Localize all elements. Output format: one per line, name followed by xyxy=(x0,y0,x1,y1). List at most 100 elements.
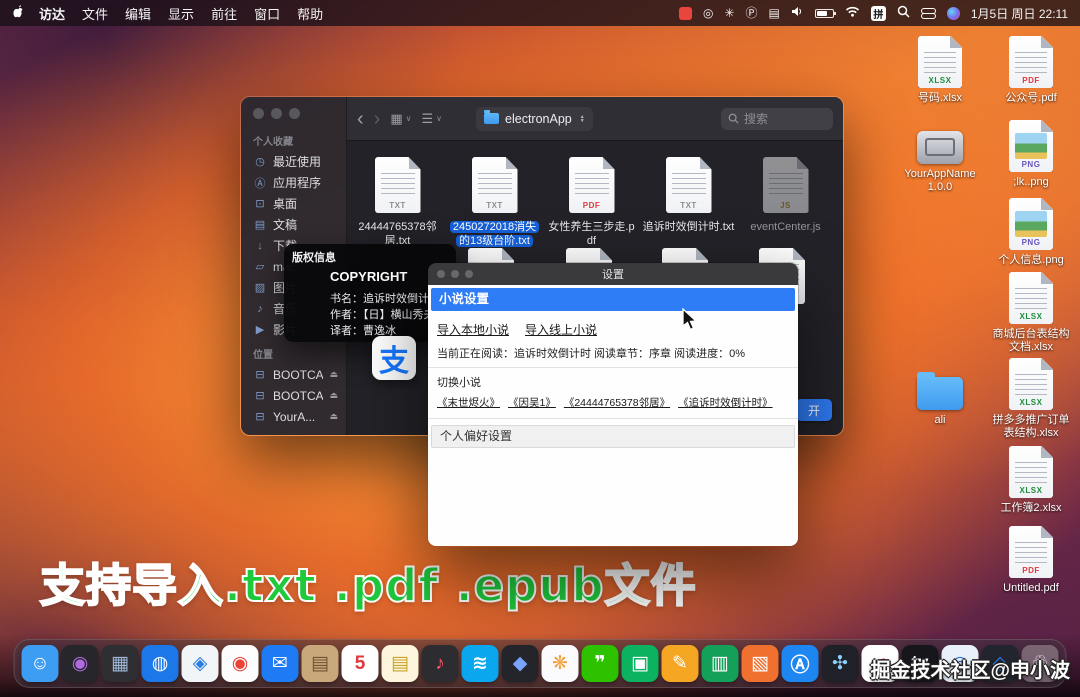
volume-icon[interactable] xyxy=(791,6,804,20)
group-by-button[interactable]: ☰∨ xyxy=(422,111,443,127)
sidebar-location-item[interactable]: ⊟ YourA... ⏏ xyxy=(241,406,346,427)
book-link[interactable]: 《末世烬火》 xyxy=(437,395,500,410)
sidebar-item-icon: ▱ xyxy=(253,260,267,273)
desktop-icon[interactable]: PDF 公众号.pdf xyxy=(992,36,1070,105)
recording-app-icon[interactable] xyxy=(679,7,692,20)
screen-mirroring-icon[interactable]: ◎ xyxy=(703,7,713,19)
notes[interactable]: ▤ xyxy=(382,645,419,682)
back-button[interactable]: ‹ xyxy=(357,109,364,129)
sidebar-item-icon: ⊡ xyxy=(253,197,267,210)
sidebar-item[interactable]: ⊡ 桌面 xyxy=(241,193,346,214)
blue-app[interactable]: ◍ xyxy=(142,645,179,682)
finder-file[interactable]: TXT 追诉时效倒计时.txt xyxy=(640,157,737,248)
desktop-icon-label: ;lk..png xyxy=(1013,176,1048,189)
sidebar-item-icon: Ⓐ xyxy=(253,175,267,191)
pencil-app[interactable]: ✎ xyxy=(662,645,699,682)
parking-icon[interactable]: Ⓟ xyxy=(745,7,757,19)
photos[interactable]: ❋ xyxy=(542,645,579,682)
sidebar-item[interactable]: ▤ 文稿 xyxy=(241,214,346,235)
menu-item[interactable]: 窗口 xyxy=(254,4,280,23)
orange-app[interactable]: ▧ xyxy=(742,645,779,682)
settings-titlebar[interactable]: 设置 xyxy=(428,263,798,285)
search-icon xyxy=(728,113,739,124)
eject-icon[interactable]: ⏏ xyxy=(329,411,338,422)
minimize-button[interactable] xyxy=(271,108,282,119)
book-link[interactable]: 《24444765378邻居》 xyxy=(564,395,670,410)
finder-file[interactable]: PDF 女性养生三步走.pdf xyxy=(543,157,640,248)
desktop-icon[interactable]: XLSX 工作簿2.xlsx xyxy=(992,446,1070,515)
desktop-icon[interactable]: XLSX 商城后台表结构文档.xlsx xyxy=(992,272,1070,354)
pinyin-input-icon[interactable]: 拼 xyxy=(871,6,886,21)
siri-icon[interactable] xyxy=(947,7,960,20)
search-input[interactable] xyxy=(744,112,814,126)
desktop-icon[interactable]: PNG ;lk..png xyxy=(992,120,1070,189)
preferences-section-header[interactable]: 个人偏好设置 xyxy=(431,425,795,448)
wechat-devtools[interactable]: ≋ xyxy=(462,645,499,682)
finder-toolbar: ‹ › ▦∨ ☰∨ electronApp ▲▼ xyxy=(347,97,843,141)
finder[interactable]: ☺ xyxy=(22,645,59,682)
file-icon: XLSX xyxy=(1009,446,1053,498)
import-local-link[interactable]: 导入本地小说 xyxy=(437,321,509,338)
search-icon[interactable] xyxy=(897,5,910,21)
safari[interactable]: ◈ xyxy=(182,645,219,682)
open-button[interactable]: 开 xyxy=(796,399,832,421)
keyboard-icon[interactable]: ▤ xyxy=(769,7,780,19)
books[interactable]: ▤ xyxy=(302,645,339,682)
finder-file[interactable]: JS eventCenter.js xyxy=(737,157,834,248)
minimize-button[interactable] xyxy=(451,270,459,278)
menu-item[interactable]: 编辑 xyxy=(125,4,151,23)
menu-item[interactable]: 帮助 xyxy=(297,4,323,23)
asterisk-icon[interactable]: ✳ xyxy=(724,7,734,19)
music-app[interactable]: ♪ xyxy=(422,645,459,682)
import-online-link[interactable]: 导入线上小说 xyxy=(525,321,597,338)
eject-icon[interactable]: ⏏ xyxy=(329,390,338,401)
close-button[interactable] xyxy=(437,270,445,278)
forward-button[interactable]: › xyxy=(374,109,381,129)
dark-app[interactable]: ◆ xyxy=(502,645,539,682)
desktop-icon[interactable]: YourAppName 1.0.0 xyxy=(901,120,979,194)
finder-file[interactable]: TXT 24444765378邻居.txt xyxy=(349,157,446,248)
location-dropdown[interactable]: electronApp ▲▼ xyxy=(476,107,593,131)
menu-item[interactable]: 显示 xyxy=(168,4,194,23)
desktop-icon[interactable]: XLSX 拼多多推广订单表结构.xlsx xyxy=(992,358,1070,440)
reading-status: 当前正在阅读：追诉时效倒计时 阅读章节：序章 阅读进度：0% xyxy=(428,338,798,367)
menubar-clock[interactable]: 1月5日 周日 22:11 xyxy=(971,5,1068,22)
chrome[interactable]: ◉ xyxy=(222,645,259,682)
control-center-icon[interactable] xyxy=(921,8,936,19)
zoom-button[interactable] xyxy=(465,270,473,278)
view-mode-button[interactable]: ▦∨ xyxy=(390,111,411,127)
launchpad[interactable]: ▦ xyxy=(102,645,139,682)
battery-icon[interactable] xyxy=(815,9,834,18)
book-link[interactable]: 《追诉时效倒计时》 xyxy=(678,395,773,410)
eject-icon[interactable]: ⏏ xyxy=(329,369,338,380)
sidebar-item-icon: ▨ xyxy=(253,281,267,294)
desktop-icon[interactable]: ali xyxy=(901,366,979,427)
zoom-button[interactable] xyxy=(289,108,300,119)
finder-file[interactable]: TXT 2450272018消失的13级台阶.txt xyxy=(446,157,543,248)
novel-settings-header[interactable]: 小说设置 xyxy=(431,288,795,311)
calendar[interactable]: 5 xyxy=(342,645,379,682)
search-field[interactable] xyxy=(721,108,833,130)
terminal-app[interactable]: ✣ xyxy=(822,645,859,682)
wechat[interactable]: ❞ xyxy=(582,645,619,682)
book-link[interactable]: 《因吴1》 xyxy=(508,395,556,410)
chart-app[interactable]: ▥ xyxy=(702,645,739,682)
sidebar-item-icon: ◷ xyxy=(253,155,267,168)
mail[interactable]: ✉ xyxy=(262,645,299,682)
sidebar-location-item[interactable]: ⊟ BOOTCA... ⏏ xyxy=(241,364,346,385)
siri[interactable]: ◉ xyxy=(62,645,99,682)
menu-item[interactable]: 访达 xyxy=(39,4,65,23)
wifi-icon[interactable] xyxy=(845,6,860,20)
app-store[interactable]: Ⓐ xyxy=(782,645,819,682)
menu-item[interactable]: 前往 xyxy=(211,4,237,23)
menu-item[interactable]: 文件 xyxy=(82,4,108,23)
sidebar-item[interactable]: Ⓐ 应用程序 xyxy=(241,172,346,193)
sidebar-item[interactable]: ◷ 最近使用 xyxy=(241,151,346,172)
sidebar-location-item[interactable]: ⊟ BOOTCA... ⏏ xyxy=(241,385,346,406)
apple-menu-icon[interactable] xyxy=(12,4,25,22)
close-button[interactable] xyxy=(253,108,264,119)
desktop-icon[interactable]: XLSX 号码.xlsx xyxy=(901,36,979,105)
wecom[interactable]: ▣ xyxy=(622,645,659,682)
desktop-icon[interactable]: PNG 个人信息.png xyxy=(992,198,1070,267)
desktop-icon[interactable]: PDF Untitled.pdf xyxy=(992,526,1070,595)
